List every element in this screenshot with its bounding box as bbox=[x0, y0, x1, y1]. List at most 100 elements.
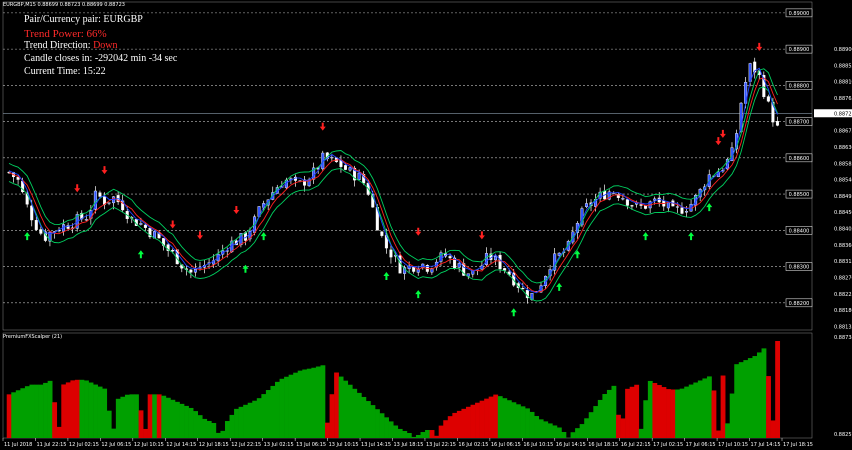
histogram-bar bbox=[552, 425, 558, 438]
histogram-bar bbox=[488, 396, 494, 438]
price-axis-tick: 0.88315 bbox=[834, 259, 852, 265]
price-chart[interactable]: 0.89000 0.88900 0.88800 0.88700 0.88600 0.885… bbox=[0, 0, 852, 450]
histogram-bar bbox=[97, 386, 103, 438]
histogram-bar bbox=[575, 428, 580, 438]
indicator-axis-top: 0.88738 bbox=[834, 335, 852, 341]
price-axis-tick: 0.88225 bbox=[834, 292, 852, 298]
upper-channel-line bbox=[8, 68, 778, 284]
histogram-bar bbox=[456, 410, 462, 438]
time-axis-label: 17 Jul 18:15 bbox=[783, 442, 813, 448]
histogram-bar bbox=[143, 428, 148, 438]
trend-direction: Trend Direction: Down bbox=[24, 40, 118, 51]
time-axis-label: 16 Jul 02:15 bbox=[458, 442, 488, 448]
candle-body bbox=[343, 165, 347, 170]
price-axis-tick: 0.88675 bbox=[834, 129, 852, 135]
time-axis-label: 13 Jul 18:15 bbox=[394, 442, 424, 448]
candle-body bbox=[193, 269, 197, 273]
sell-arrow-icon bbox=[74, 184, 81, 193]
time-axis-label: 12 Jul 22:15 bbox=[231, 442, 261, 448]
time-axis-label: 16 Jul 18:15 bbox=[588, 442, 618, 448]
histogram-bar bbox=[152, 394, 158, 438]
histogram-bar bbox=[475, 402, 480, 438]
histogram-bar bbox=[129, 394, 135, 438]
candle-body bbox=[630, 205, 634, 207]
histogram-bar bbox=[134, 394, 139, 438]
histogram-bar bbox=[147, 394, 153, 438]
histogram-bar bbox=[725, 423, 731, 438]
histogram-bar bbox=[156, 394, 162, 438]
histogram-bar bbox=[315, 366, 321, 438]
histogram-bar bbox=[502, 398, 508, 438]
sell-arrow-icon bbox=[719, 129, 726, 138]
histogram-bar bbox=[420, 432, 426, 438]
time-axis-label: 12 Jul 10:15 bbox=[134, 442, 164, 448]
buy-arrow-icon bbox=[706, 203, 713, 212]
histogram-bar bbox=[734, 364, 740, 438]
histogram-bar bbox=[234, 408, 239, 438]
sell-arrow-icon bbox=[101, 166, 108, 175]
histogram-bar bbox=[770, 420, 776, 438]
current-price-tag-label: 0.88723 bbox=[834, 111, 852, 117]
histogram-bar bbox=[329, 394, 335, 438]
histogram-bar bbox=[302, 369, 308, 438]
candle-body bbox=[30, 205, 34, 221]
histogram-bar bbox=[561, 432, 567, 438]
time-axis-label: 13 Jul 02:15 bbox=[264, 442, 294, 448]
histogram-bar bbox=[606, 389, 612, 438]
histogram-bar bbox=[506, 400, 512, 438]
histogram-bar bbox=[616, 414, 621, 438]
candle-body bbox=[34, 220, 38, 230]
histogram-bar bbox=[106, 410, 112, 438]
histogram-bar bbox=[656, 385, 662, 438]
indicator-label: PremiumFXScalper (21) bbox=[3, 334, 63, 340]
buy-arrow-icon bbox=[24, 232, 31, 241]
price-axis-tick: 0.88765 bbox=[834, 96, 852, 102]
candle-body bbox=[503, 268, 507, 271]
price-axis-tick: 0.88540 bbox=[834, 178, 852, 184]
histogram-bar bbox=[215, 432, 221, 438]
candle-body bbox=[84, 219, 88, 221]
histogram-bar bbox=[584, 418, 590, 438]
histogram-bar bbox=[438, 425, 444, 438]
histogram-bar bbox=[429, 430, 435, 438]
histogram-bar bbox=[484, 398, 490, 438]
histogram-bar bbox=[111, 428, 117, 438]
histogram-bar bbox=[384, 417, 389, 438]
indicator-axis-bottom: 0.88257 bbox=[834, 432, 852, 438]
sell-arrow-icon bbox=[196, 231, 203, 240]
price-axis-tick: 0.88180 bbox=[834, 308, 852, 314]
candle-body bbox=[357, 172, 361, 180]
histogram-bar bbox=[652, 382, 658, 438]
histogram-bar bbox=[238, 406, 244, 438]
candle-body bbox=[775, 121, 779, 126]
histogram-bar bbox=[270, 385, 276, 438]
histogram-bar bbox=[634, 384, 640, 438]
time-axis-label: 13 Jul 06:15 bbox=[296, 442, 326, 448]
sell-arrow-icon bbox=[478, 231, 485, 240]
histogram-bar bbox=[293, 372, 299, 438]
candle-body bbox=[484, 253, 488, 265]
histogram-bar bbox=[493, 394, 499, 438]
candle-closes-label: Candle closes in: -292042 min -34 sec bbox=[24, 53, 178, 64]
trend-power-label: Trend Power: 66% bbox=[24, 28, 107, 40]
histogram-bar bbox=[184, 405, 189, 438]
histogram-bar bbox=[752, 356, 758, 438]
candle-body bbox=[498, 254, 502, 270]
candle-body bbox=[171, 249, 175, 252]
histogram-bar bbox=[647, 380, 653, 438]
histogram-bar bbox=[666, 389, 671, 438]
histogram-bar bbox=[547, 423, 553, 438]
current-time-label: Current Time: 15:22 bbox=[24, 66, 106, 77]
histogram-bar bbox=[443, 420, 449, 438]
symbol-label: EURGBP,M15 0.88699 0.88723 0.88699 0.887… bbox=[3, 2, 125, 8]
price-level-label: 0.88300 bbox=[789, 265, 810, 271]
histogram-bar bbox=[534, 416, 540, 438]
histogram-bar bbox=[361, 396, 367, 438]
buy-arrow-icon bbox=[260, 232, 267, 241]
histogram-bar bbox=[43, 382, 48, 438]
candle-body bbox=[680, 207, 684, 214]
histogram-bar bbox=[188, 407, 194, 438]
main-pane-frame bbox=[2, 1, 813, 331]
histogram-bar bbox=[720, 375, 726, 438]
candle-body bbox=[330, 157, 334, 159]
